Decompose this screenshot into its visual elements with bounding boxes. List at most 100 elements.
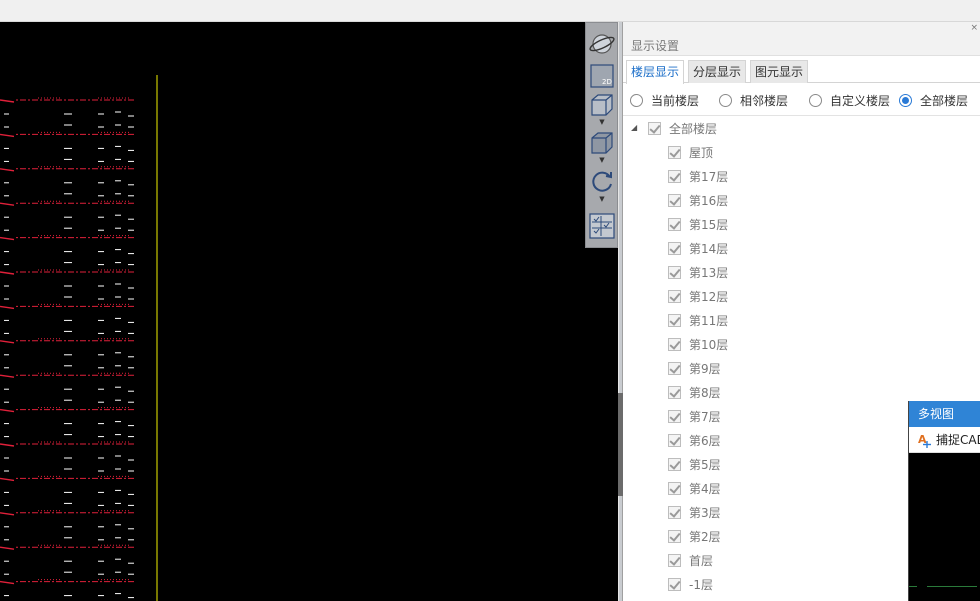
tree-label: 第11层 xyxy=(689,313,729,328)
tree-item-floor[interactable]: 第12层 xyxy=(668,286,728,306)
3d-solid-icon xyxy=(591,132,613,154)
tree-label: 第4层 xyxy=(689,481,721,496)
collapse-triangle-icon[interactable]: ◢ xyxy=(631,118,639,138)
radio-current-floor[interactable]: 当前楼层 xyxy=(630,90,699,110)
tree-item-floor[interactable]: 第15层 xyxy=(668,214,728,234)
tree-item-floor[interactable]: -1层 xyxy=(668,574,713,594)
checkbox[interactable] xyxy=(668,505,681,519)
radio-custom-floor[interactable]: 自定义楼层 xyxy=(809,90,890,110)
checkbox[interactable] xyxy=(668,409,681,423)
tab-layer-display[interactable]: 分层显示 xyxy=(688,60,747,83)
tree-item-floor[interactable]: 第9层 xyxy=(668,358,721,378)
checkbox[interactable] xyxy=(668,433,681,447)
tab-floor-display[interactable]: 楼层显示 xyxy=(626,60,685,84)
tree-item-floor[interactable]: 第4层 xyxy=(668,478,721,498)
tree-label: 全部楼层 xyxy=(669,121,718,136)
chevron-down-icon: ▼ xyxy=(599,195,605,203)
orbit-globe-icon xyxy=(589,34,615,54)
capture-cad-icon: A xyxy=(918,433,931,448)
radio-all-floors[interactable]: 全部楼层 xyxy=(899,90,968,110)
tree-label: 第7层 xyxy=(689,409,721,424)
layer-list-button[interactable] xyxy=(589,211,615,241)
tree-label: 第3层 xyxy=(689,505,721,520)
tree-item-floor[interactable]: 首层 xyxy=(668,550,713,570)
panel-header: 显示设置 × xyxy=(623,22,980,56)
tree-root-all-floors[interactable]: ◢ 全部楼层 xyxy=(623,118,717,138)
tree-label: 第2层 xyxy=(689,529,721,544)
cad-beam-line xyxy=(0,99,15,103)
cad-beam-line xyxy=(0,168,15,172)
tree-label: 首层 xyxy=(689,553,714,568)
3d-box-icon xyxy=(591,94,613,116)
multiview-line xyxy=(909,586,917,587)
top-strip xyxy=(0,0,980,22)
tree-label: 第15层 xyxy=(689,217,729,232)
tree-item-floor[interactable]: 屋顶 xyxy=(668,142,713,162)
checkbox[interactable] xyxy=(668,145,681,159)
checkbox[interactable] xyxy=(668,289,681,303)
checkbox[interactable] xyxy=(668,577,681,591)
radio-button[interactable] xyxy=(719,93,732,107)
checkbox[interactable] xyxy=(668,481,681,495)
cad-beam-line xyxy=(0,202,15,206)
cad-beam-line xyxy=(0,408,15,413)
checkbox[interactable] xyxy=(668,337,681,351)
checkbox[interactable] xyxy=(668,241,681,255)
cad-beam-line xyxy=(0,580,15,585)
tree-item-floor[interactable]: 第17层 xyxy=(668,166,728,186)
tree-label: 第9层 xyxy=(689,361,721,376)
3d-box-button[interactable]: ▼ xyxy=(589,91,615,127)
layer-list-icon xyxy=(589,213,615,239)
checkbox[interactable] xyxy=(668,217,681,231)
panel-title: 显示设置 xyxy=(631,39,680,53)
tree-item-floor[interactable]: 第6层 xyxy=(668,430,721,450)
cad-drawing xyxy=(0,75,158,601)
rotate-button[interactable]: ▼ xyxy=(589,168,615,204)
cad-viewport[interactable] xyxy=(0,22,620,601)
radio-button[interactable] xyxy=(809,93,822,107)
divider xyxy=(623,115,980,116)
tree-item-floor[interactable]: 第14层 xyxy=(668,238,728,258)
floor-scope-radios: 当前楼层 相邻楼层 自定义楼层 全部楼层 xyxy=(623,90,980,110)
tree-item-floor[interactable]: 第3层 xyxy=(668,502,721,522)
checkbox[interactable] xyxy=(668,553,681,567)
tab-element-display[interactable]: 图元显示 xyxy=(750,60,809,83)
cad-beam-line xyxy=(0,443,15,447)
tree-item-floor[interactable]: 第7层 xyxy=(668,406,721,426)
checkbox[interactable] xyxy=(668,361,681,375)
checkbox[interactable] xyxy=(668,529,681,543)
3d-solid-button[interactable]: ▼ xyxy=(589,129,615,165)
orbit-button[interactable] xyxy=(589,29,615,59)
checkbox[interactable] xyxy=(668,265,681,279)
tree-item-floor[interactable]: 第16层 xyxy=(668,190,728,210)
tree-item-floor[interactable]: 第10层 xyxy=(668,334,728,354)
2d-view-icon: 2D xyxy=(590,64,614,88)
multiview-title[interactable]: 多视图 xyxy=(909,401,980,427)
radio-label: 自定义楼层 xyxy=(830,93,891,108)
close-icon[interactable]: × xyxy=(970,24,978,33)
capture-cad-button[interactable]: A 捕捉CAD xyxy=(909,427,980,453)
2d-view-button[interactable]: 2D xyxy=(589,63,615,89)
tree-item-floor[interactable]: 第2层 xyxy=(668,526,721,546)
tree-item-floor[interactable]: 第13层 xyxy=(668,262,728,282)
tree-label: 第5层 xyxy=(689,457,721,472)
checkbox[interactable] xyxy=(668,169,681,183)
tree-label: 第8层 xyxy=(689,385,721,400)
tree-item-floor[interactable]: 第5层 xyxy=(668,454,721,474)
radio-button[interactable] xyxy=(630,93,643,107)
checkbox[interactable] xyxy=(668,385,681,399)
radio-button[interactable] xyxy=(899,93,912,107)
checkbox[interactable] xyxy=(668,193,681,207)
chevron-down-icon: ▼ xyxy=(599,118,605,126)
checkbox[interactable] xyxy=(648,121,661,135)
tree-label: 屋顶 xyxy=(689,145,714,160)
tree-item-floor[interactable]: 第11层 xyxy=(668,310,728,330)
cad-beam-line xyxy=(0,374,15,378)
capture-cad-label: 捕捉CAD xyxy=(936,433,980,447)
tree-item-floor[interactable]: 第8层 xyxy=(668,382,721,402)
radio-label: 全部楼层 xyxy=(920,93,969,108)
checkbox[interactable] xyxy=(668,313,681,327)
checkbox[interactable] xyxy=(668,457,681,471)
tree-label: 第13层 xyxy=(689,265,729,280)
radio-adjacent-floor[interactable]: 相邻楼层 xyxy=(719,90,788,110)
